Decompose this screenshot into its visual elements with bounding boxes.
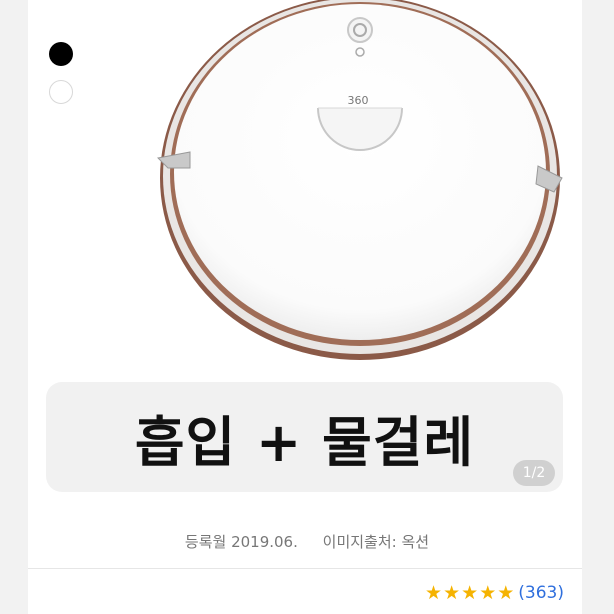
registered-date: 등록월 2019.06. (184, 533, 298, 551)
star-icon: ★ (443, 581, 461, 604)
star-icon: ★ (479, 581, 497, 604)
star-icon: ★ (461, 581, 479, 604)
review-count[interactable]: (363) (518, 583, 564, 603)
star-icon: ★ (497, 581, 515, 604)
banner-title: 흡입 + 물걸레 (134, 410, 475, 474)
rating[interactable]: ★ ★ ★ ★ ★ (363) (424, 583, 564, 603)
right-gutter (582, 0, 614, 614)
feature-banner[interactable]: 흡입 + 물걸레 1/2 (46, 382, 563, 492)
left-gutter (0, 0, 28, 614)
star-icon: ★ (425, 581, 443, 604)
product-logo-text: 360 (348, 94, 369, 107)
product-image-robot-vacuum: 360 (156, 0, 563, 360)
divider (28, 568, 582, 569)
color-option-white[interactable] (49, 80, 73, 104)
image-source: 이미지출처: 옥션 (322, 533, 430, 551)
color-option-black[interactable] (49, 42, 73, 66)
meta-info: 등록월 2019.06. 이미지출처: 옥션 (0, 531, 614, 552)
page-indicator: 1/2 (513, 460, 555, 486)
